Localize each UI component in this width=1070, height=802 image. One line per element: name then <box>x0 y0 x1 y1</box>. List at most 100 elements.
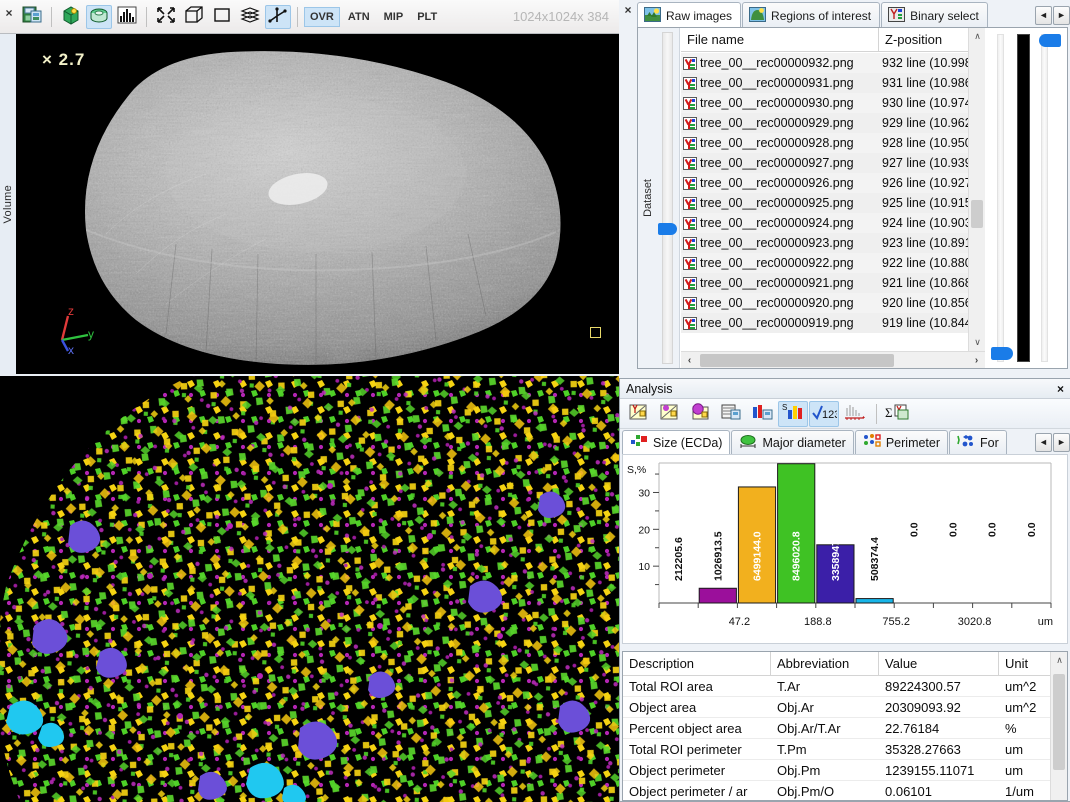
zoom-factor-label: × 2.7 <box>42 50 85 70</box>
layers-button[interactable] <box>237 5 263 29</box>
segmentation-viewport[interactable] <box>0 376 619 802</box>
file-list-item[interactable]: tree_00__rec00000921.png921 line (10.868… <box>681 273 985 293</box>
segmentation-render <box>0 376 619 802</box>
tab-raw-images[interactable]: Raw images <box>637 2 741 28</box>
svg-text:S,%: S,% <box>627 464 646 476</box>
tab-major-diameter[interactable]: Major diameter <box>731 430 853 454</box>
file-list-item[interactable]: tree_00__rec00000924.png924 line (10.903… <box>681 213 985 233</box>
square-button[interactable] <box>209 5 235 29</box>
file-name-text: tree_00__rec00000928.png <box>700 136 854 150</box>
intensity-track-right[interactable] <box>1041 34 1048 362</box>
statistics-row[interactable]: Object perimeter / arObj.Pm/O0.061011/um <box>623 781 1067 801</box>
file-list-item[interactable]: tree_00__rec00000922.png922 line (10.880… <box>681 253 985 273</box>
file-list-item[interactable]: tree_00__rec00000932.png932 line (10.998… <box>681 53 985 73</box>
volume-side-label-text: Volume <box>2 185 14 224</box>
intensity-gradient-bar[interactable] <box>1017 34 1030 362</box>
dataset-range-slider[interactable] <box>662 32 673 364</box>
distribution-button[interactable] <box>840 401 870 427</box>
file-list-item[interactable]: tree_00__rec00000931.png931 line (10.986… <box>681 73 985 93</box>
file-list-scroll-thumb[interactable] <box>971 200 983 228</box>
file-list[interactable]: File name Z-position tree_00__rec0000093… <box>681 28 985 368</box>
statistics-row[interactable]: Percent object areaObj.Ar/T.Ar22.76184% <box>623 718 1067 739</box>
file-name-text: tree_00__rec00000931.png <box>700 76 854 90</box>
file-list-item[interactable]: tree_00__rec00000920.png920 line (10.856… <box>681 293 985 313</box>
file-list-item[interactable]: tree_00__rec00000919.png919 line (10.844… <box>681 313 985 333</box>
dataset-tab-next-button[interactable]: ► <box>1053 6 1070 25</box>
mode-ovr[interactable]: OVR <box>304 7 340 27</box>
statistics-scroll-up-button[interactable]: ∧ <box>1051 652 1068 669</box>
tab-perimeter[interactable]: Perimeter <box>855 430 948 454</box>
file-list-scroll-left-button[interactable]: ‹ <box>681 352 698 369</box>
plot-scatter-2-button[interactable] <box>654 401 684 427</box>
dataset-range-handle[interactable] <box>658 223 677 235</box>
file-list-item[interactable]: tree_00__rec00000929.png929 line (10.962… <box>681 113 985 133</box>
axis-tripod-button[interactable] <box>265 5 291 29</box>
fit-view-button[interactable] <box>153 5 179 29</box>
analysis-toolbar: S 123 <box>620 399 1070 429</box>
file-list-hscroll-thumb[interactable] <box>700 354 894 367</box>
volume-side-label: Volume <box>0 34 16 374</box>
file-list-scroll-right-button[interactable]: › <box>968 352 985 369</box>
size-distribution-chart[interactable]: S,%102030212205.61026913.56499144.084960… <box>622 454 1068 644</box>
statistics-row[interactable]: Object areaObj.Ar20309093.92um^2 <box>623 697 1067 718</box>
intensity-range-controls <box>985 28 1067 368</box>
volume-3d-viewport[interactable]: × 2.7 z y x <box>16 34 619 374</box>
save-volume-button[interactable] <box>19 5 45 29</box>
statistics-scroll-thumb[interactable] <box>1053 674 1065 770</box>
box-3d-button[interactable] <box>181 5 207 29</box>
file-list-hscrollbar[interactable]: ‹ › <box>681 351 985 368</box>
file-list-item[interactable]: tree_00__rec00000928.png928 line (10.950… <box>681 133 985 153</box>
column-header-abbreviation[interactable]: Abbreviation <box>771 652 879 675</box>
tab-regions-of-interest[interactable]: Regions of interest <box>742 2 880 28</box>
file-list-item[interactable]: tree_00__rec00000930.png930 line (10.974… <box>681 93 985 113</box>
intensity-track-left[interactable] <box>997 34 1004 362</box>
file-list-scroll-up-button[interactable]: ∧ <box>969 28 985 45</box>
tab-size-ecda[interactable]: Size (ECDa) <box>622 430 730 454</box>
file-list-hscroll-track[interactable] <box>698 353 968 368</box>
statistics-rows: Total ROI areaT.Ar89224300.57um^2Object … <box>623 676 1067 801</box>
slab-view-button[interactable] <box>86 5 112 29</box>
svg-text:30: 30 <box>638 487 650 499</box>
file-list-item[interactable]: tree_00__rec00000926.png926 line (10.927… <box>681 173 985 193</box>
analysis-tab-prev-button[interactable]: ◄ <box>1035 433 1052 452</box>
file-list-vscrollbar[interactable]: ∧ ∨ <box>968 28 985 351</box>
plot-sphere-button[interactable] <box>685 401 715 427</box>
stat-value: 0.06101 <box>879 781 999 801</box>
statistics-row[interactable]: Total ROI perimeterT.Pm35328.27663um <box>623 739 1067 760</box>
dataset-close-icon[interactable]: × <box>619 0 637 28</box>
close-icon[interactable]: × <box>0 7 18 27</box>
analysis-tab-next-button[interactable]: ► <box>1053 433 1070 452</box>
toolbar-divider <box>51 7 52 27</box>
tab-binary-select[interactable]: Binary select <box>881 2 988 28</box>
column-header-description[interactable]: Description <box>623 652 771 675</box>
dataset-tab-prev-button[interactable]: ◄ <box>1035 6 1052 25</box>
stats-chart-button[interactable]: S <box>778 401 808 427</box>
column-header-file-name[interactable]: File name <box>681 28 879 51</box>
file-list-item[interactable]: tree_00__rec00000925.png925 line (10.915… <box>681 193 985 213</box>
sum-export-button[interactable]: Σ <box>883 401 913 427</box>
statistics-table[interactable]: Description Abbreviation Value Unit Tota… <box>622 651 1068 801</box>
intensity-max-handle[interactable] <box>1039 34 1061 47</box>
sigma-export-icon: Σ <box>885 402 911 425</box>
check-numbers-button[interactable]: 123 <box>809 401 839 427</box>
save-chart-button[interactable] <box>747 401 777 427</box>
intensity-min-handle[interactable] <box>991 347 1013 360</box>
file-list-scroll-down-button[interactable]: ∨ <box>969 334 985 351</box>
plot-scatter-1-button[interactable] <box>623 401 653 427</box>
statistics-vscrollbar[interactable]: ∧ <box>1050 652 1067 800</box>
column-header-value[interactable]: Value <box>879 652 999 675</box>
mode-atn[interactable]: ATN <box>342 7 376 27</box>
cube-view-button[interactable] <box>58 5 84 29</box>
mode-plt[interactable]: PLT <box>411 7 443 27</box>
svg-text:um: um <box>1038 616 1053 628</box>
mode-mip[interactable]: MIP <box>378 7 410 27</box>
file-list-item[interactable]: tree_00__rec00000927.png927 line (10.939… <box>681 153 985 173</box>
statistics-row[interactable]: Object perimeterObj.Pm1239155.11071um <box>623 760 1067 781</box>
histogram-button[interactable] <box>114 5 140 29</box>
statistics-row[interactable]: Total ROI areaT.Ar89224300.57um^2 <box>623 676 1067 697</box>
file-list-item[interactable]: tree_00__rec00000923.png923 line (10.891… <box>681 233 985 253</box>
save-table-button[interactable] <box>716 401 746 427</box>
dataset-body: Dataset File name Z-position tree_00__re… <box>637 27 1068 369</box>
tab-form[interactable]: For <box>949 430 1007 454</box>
analysis-close-icon[interactable]: × <box>1057 382 1064 396</box>
